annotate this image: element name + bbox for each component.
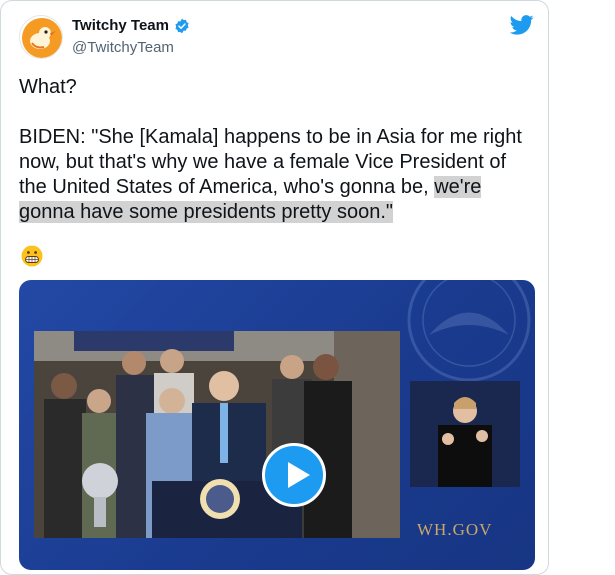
twitchy-bird-logo-icon: [22, 18, 62, 58]
author-avatar[interactable]: [19, 15, 63, 59]
sign-language-interpreter-frame: [410, 381, 520, 487]
author-name[interactable]: Twitchy Team: [72, 17, 169, 34]
interpreter-image: [410, 381, 520, 487]
tweet-text: What? BIDEN: "She [Kamala] happens to be…: [19, 75, 529, 225]
presidential-seal-watermark: [407, 280, 531, 382]
tweet-text-line-1: What?: [19, 76, 77, 98]
verified-badge-icon: [175, 18, 189, 34]
author-handle[interactable]: @TwitchyTeam: [72, 39, 174, 56]
wh-gov-watermark: WH.GOV: [417, 520, 493, 539]
tweet-text-quote: BIDEN: "She [Kamala] happens to be in As…: [19, 125, 529, 225]
play-button[interactable]: [262, 443, 326, 507]
press-event-video-frame: [34, 331, 400, 538]
twitter-bird-icon[interactable]: [510, 15, 534, 35]
tweet-card[interactable]: Twitchy Team @TwitchyTeam What? BIDEN: "…: [0, 0, 549, 575]
press-event-image: [34, 331, 400, 538]
video-embed[interactable]: WH.GOV: [19, 280, 535, 570]
grimacing-face-emoji-icon: [21, 245, 43, 267]
